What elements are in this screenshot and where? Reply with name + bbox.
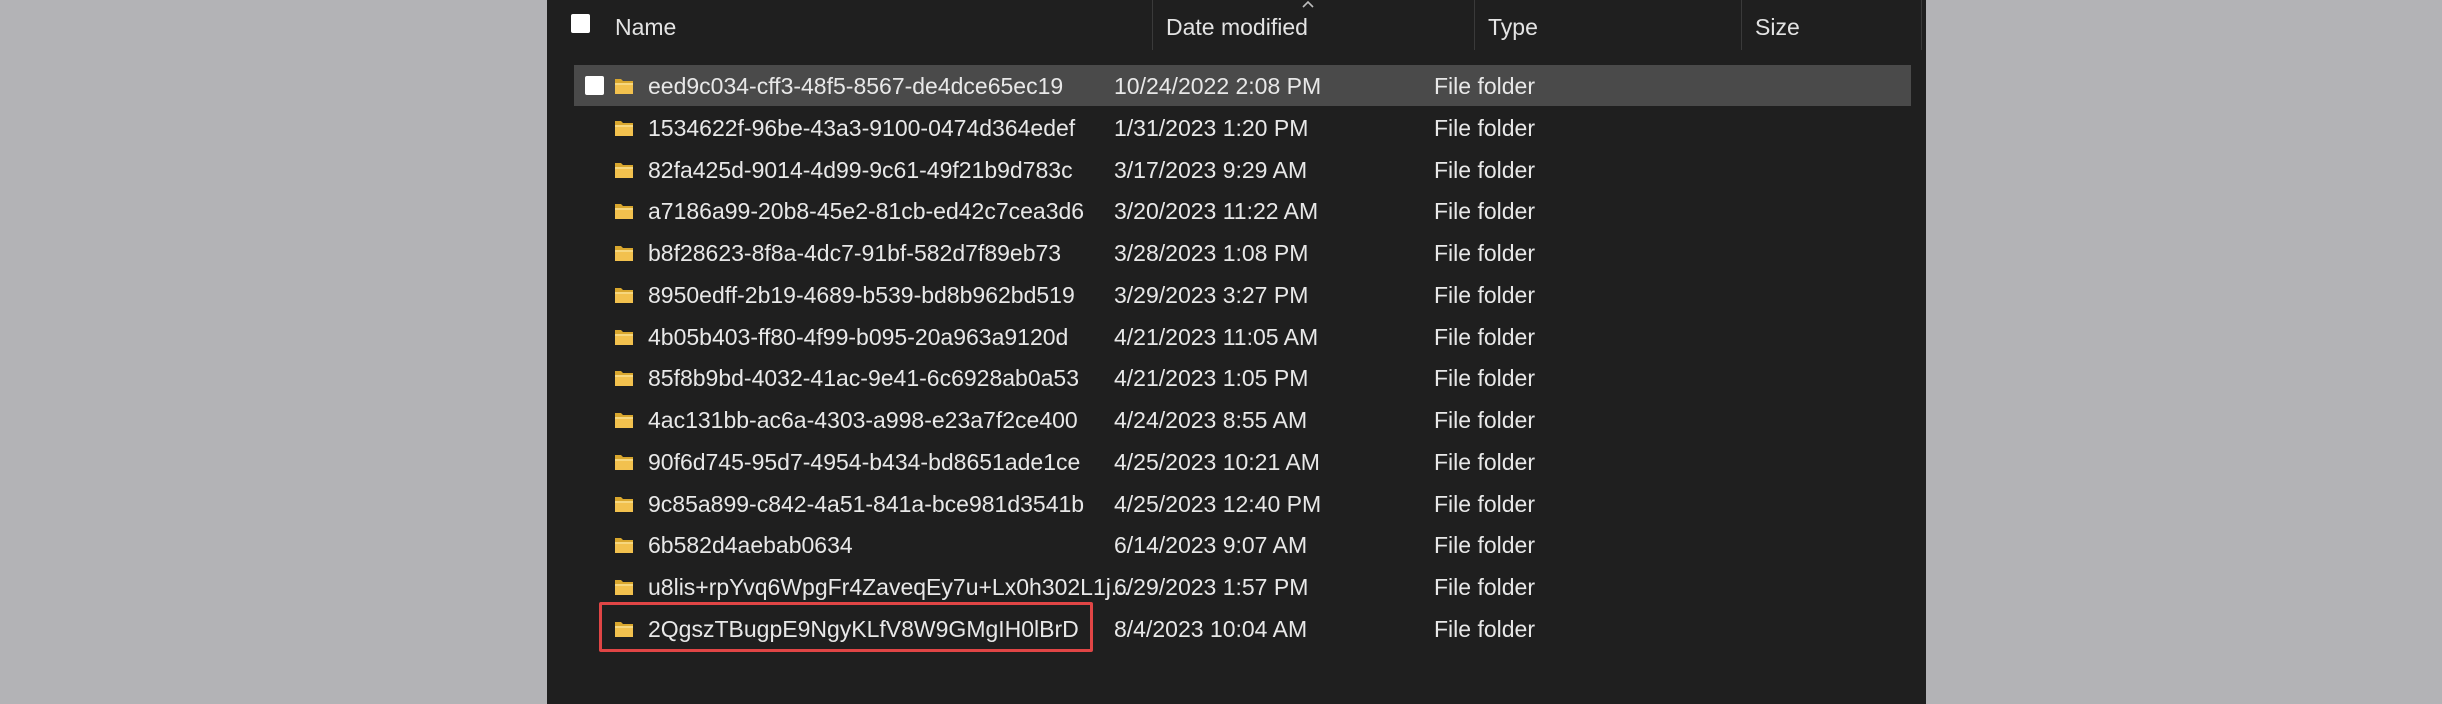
folder-icon [613,284,635,306]
file-name: 85f8b9bd-4032-41ac-9e41-6c6928ab0a53 [648,365,1079,392]
folder-icon [613,576,635,598]
file-date-modified: 3/29/2023 3:27 PM [1114,281,1309,308]
file-date-modified: 3/17/2023 9:29 AM [1114,156,1308,183]
file-type: File folder [1434,156,1535,183]
file-row[interactable]: 8950edff-2b19-4689-b539-bd8b962bd519 3/2… [574,274,1911,315]
file-date-modified: 10/24/2022 2:08 PM [1114,73,1322,99]
file-name: 6b582d4aebab0634 [648,532,853,559]
file-date-modified: 1/31/2023 1:20 PM [1114,114,1309,141]
folder-icon [613,493,635,515]
file-row[interactable]: 82fa425d-9014-4d99-9c61-49f21b9d783c 3/1… [574,149,1911,190]
file-date-modified: 6/14/2023 9:07 AM [1114,532,1308,559]
file-list-panel: Name Date modified Type Size eed9c034-cf… [547,0,1926,704]
file-type: File folder [1434,407,1535,433]
file-date-modified: 8/4/2023 10:04 AM [1114,615,1308,642]
file-name: eed9c034-cff3-48f5-8567-de4dce65ec19 [648,73,1064,99]
file-name: 4ac131bb-ac6a-4303-a998-e23a7f2ce400 [648,407,1078,433]
file-row[interactable]: 4ac131bb-ac6a-4303-a998-e23a7f2ce400 4/2… [574,399,1911,440]
file-date-modified: 4/25/2023 10:21 AM [1114,448,1320,475]
file-date-modified: 4/21/2023 1:05 PM [1114,365,1309,392]
select-all-checkbox[interactable] [571,14,590,33]
file-name: 90f6d745-95d7-4954-b434-bd8651ade1ce [648,448,1081,475]
file-name: 1534622f-96be-43a3-9100-0474d364edef [648,114,1076,141]
column-header-size[interactable]: Size [1755,12,1800,42]
column-header-type[interactable]: Type [1488,12,1538,42]
column-divider[interactable] [1741,0,1742,50]
file-name: 4b05b403-ff80-4f99-b095-20a963a9120d [648,323,1069,350]
file-name: 2QgszTBugpE9NgyKLfV8W9GMgIH0lBrD [648,615,1079,642]
file-type: File folder [1434,574,1535,600]
file-name: 82fa425d-9014-4d99-9c61-49f21b9d783c [648,156,1073,183]
column-header-date-modified[interactable]: Date modified [1166,12,1308,42]
file-date-modified: 3/28/2023 1:08 PM [1114,240,1309,266]
file-type: File folder [1434,73,1535,99]
file-type: File folder [1434,323,1535,350]
folder-icon [613,367,635,389]
folder-icon [613,451,635,473]
file-type: File folder [1434,532,1535,559]
file-date-modified: 6/29/2023 1:57 PM [1114,574,1309,600]
folder-icon [613,200,635,222]
folder-icon [613,326,635,348]
file-type: File folder [1434,490,1535,517]
file-date-modified: 4/24/2023 8:55 AM [1114,407,1308,433]
file-type: File folder [1434,281,1535,308]
row-checkbox[interactable] [585,76,604,95]
file-type: File folder [1434,448,1535,475]
folder-icon [613,534,635,556]
folder-icon [613,75,635,97]
file-row[interactable]: 90f6d745-95d7-4954-b434-bd8651ade1ce 4/2… [574,441,1911,482]
file-name: a7186a99-20b8-45e2-81cb-ed42c7cea3d6 [648,198,1085,225]
folder-icon [613,409,635,431]
file-type: File folder [1434,615,1535,642]
file-row[interactable]: u8lis+rpYvq6WpgFr4ZaveqEy7u+Lx0h302L1j..… [574,566,1911,607]
column-header-bar: Name Date modified Type Size [547,0,1926,54]
file-row[interactable]: 4b05b403-ff80-4f99-b095-20a963a9120d 4/2… [574,316,1911,357]
file-row[interactable]: 2QgszTBugpE9NgyKLfV8W9GMgIH0lBrD 8/4/202… [574,608,1911,649]
file-row[interactable]: 9c85a899-c842-4a51-841a-bce981d3541b 4/2… [574,483,1911,524]
file-type: File folder [1434,365,1535,392]
file-name: u8lis+rpYvq6WpgFr4ZaveqEy7u+Lx0h302L1j..… [648,574,1131,600]
folder-icon [613,117,635,139]
column-divider[interactable] [1152,0,1153,50]
column-header-name[interactable]: Name [615,12,676,42]
column-divider[interactable] [1921,0,1922,50]
file-name: 9c85a899-c842-4a51-841a-bce981d3541b [648,490,1085,517]
folder-icon [613,242,635,264]
file-type: File folder [1434,114,1535,141]
file-date-modified: 4/21/2023 11:05 AM [1114,323,1319,350]
folder-icon [613,618,635,640]
file-row[interactable]: 85f8b9bd-4032-41ac-9e41-6c6928ab0a53 4/2… [574,357,1911,398]
folder-icon [613,159,635,181]
file-name: 8950edff-2b19-4689-b539-bd8b962bd519 [648,281,1075,308]
file-date-modified: 4/25/2023 12:40 PM [1114,490,1322,517]
file-row[interactable]: 6b582d4aebab0634 6/14/2023 9:07 AM File … [574,524,1911,565]
file-name: b8f28623-8f8a-4dc7-91bf-582d7f89eb73 [648,240,1062,266]
file-date-modified: 3/20/2023 11:22 AM [1114,198,1319,225]
column-divider[interactable] [1474,0,1475,50]
file-row[interactable]: a7186a99-20b8-45e2-81cb-ed42c7cea3d6 3/2… [574,190,1911,231]
file-row[interactable]: 1534622f-96be-43a3-9100-0474d364edef 1/3… [574,107,1911,148]
file-type: File folder [1434,240,1535,266]
file-row[interactable]: eed9c034-cff3-48f5-8567-de4dce65ec19 10/… [574,65,1911,106]
file-type: File folder [1434,198,1535,225]
file-row[interactable]: b8f28623-8f8a-4dc7-91bf-582d7f89eb73 3/2… [574,232,1911,273]
sort-ascending-icon [1302,0,1314,8]
